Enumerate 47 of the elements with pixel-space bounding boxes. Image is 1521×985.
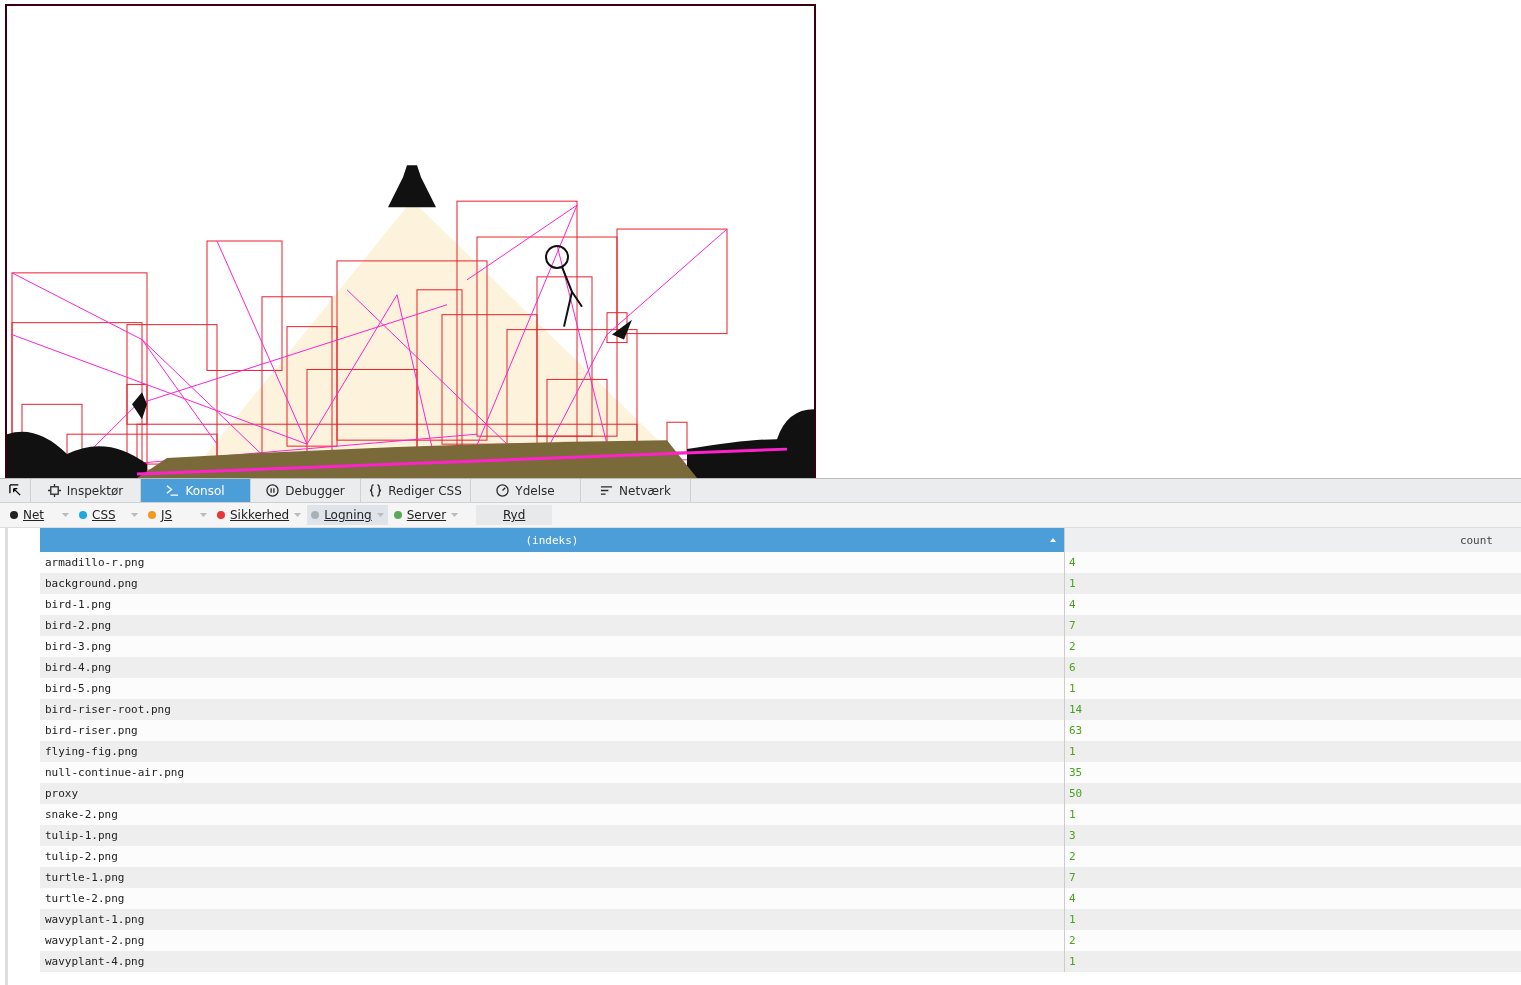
column-header[interactable]: count bbox=[1064, 528, 1521, 552]
table-cell-text: tulip-2.png bbox=[44, 849, 119, 865]
table-cell-text: wavyplant-1.png bbox=[44, 912, 146, 928]
lines-icon bbox=[600, 484, 614, 497]
cursor-icon bbox=[8, 484, 22, 497]
table-cell-text: bird-riser-root.png bbox=[44, 702, 172, 718]
table-cell-text: bird-4.png bbox=[44, 660, 113, 676]
table-cell-text: bird-2.png bbox=[44, 618, 113, 634]
caret-icon bbox=[451, 513, 459, 517]
prompt-icon bbox=[166, 484, 180, 497]
filter-toggle[interactable]: Logning bbox=[307, 505, 388, 525]
table-cell-text: turtle-1.png bbox=[44, 870, 126, 886]
table-cell-text: flying-fig.png bbox=[44, 744, 139, 760]
clear-button[interactable]: Ryd bbox=[476, 505, 553, 525]
braces-icon bbox=[369, 484, 383, 497]
caret-icon bbox=[62, 513, 69, 517]
table-cell-text: armadillo-r.png bbox=[44, 555, 146, 571]
devtools-tab[interactable]: Ydelse bbox=[471, 479, 581, 502]
filter-toggle[interactable]: CSS bbox=[75, 505, 142, 525]
filter-toggle[interactable]: Server bbox=[389, 505, 463, 525]
sort-arrow-icon bbox=[1050, 538, 1056, 542]
table-cell-text: wavyplant-4.png bbox=[44, 954, 146, 970]
pause-icon bbox=[266, 484, 280, 497]
table-cell-text: bird-3.png bbox=[44, 639, 113, 655]
caret-icon bbox=[294, 513, 302, 517]
table-cell-text: wavyplant-2.png bbox=[44, 933, 146, 949]
gauge-icon bbox=[496, 484, 510, 497]
table-cell-text: bird-5.png bbox=[44, 681, 113, 697]
caret-icon bbox=[200, 513, 207, 517]
table-cell-text: snake-2.png bbox=[44, 807, 119, 823]
devtools-tab[interactable]: Rediger CSS bbox=[361, 479, 471, 502]
table-cell-text: bird-1.png bbox=[44, 597, 113, 613]
table-cell-text: bird-riser.png bbox=[44, 723, 139, 739]
table-cell-text: turtle-2.png bbox=[44, 891, 126, 907]
table-cell-text: background.png bbox=[44, 576, 139, 592]
filter-toggle[interactable]: JS bbox=[144, 505, 211, 525]
caret-icon bbox=[131, 513, 138, 517]
devtools-tab[interactable]: Netværk bbox=[581, 479, 691, 502]
caret-icon bbox=[376, 513, 384, 517]
table-cell-text: proxy bbox=[44, 786, 80, 802]
filter-toggle[interactable]: Sikkerhed bbox=[213, 505, 306, 525]
table-cell: 1 bbox=[1064, 951, 1521, 972]
filter-toggle[interactable]: Net bbox=[6, 505, 73, 525]
table-cell-text: tulip-1.png bbox=[44, 828, 119, 844]
devtools-tab[interactable]: Debugger bbox=[251, 479, 361, 502]
table-cell-text: null-continue-air.png bbox=[44, 765, 186, 781]
frame-icon bbox=[47, 484, 61, 497]
